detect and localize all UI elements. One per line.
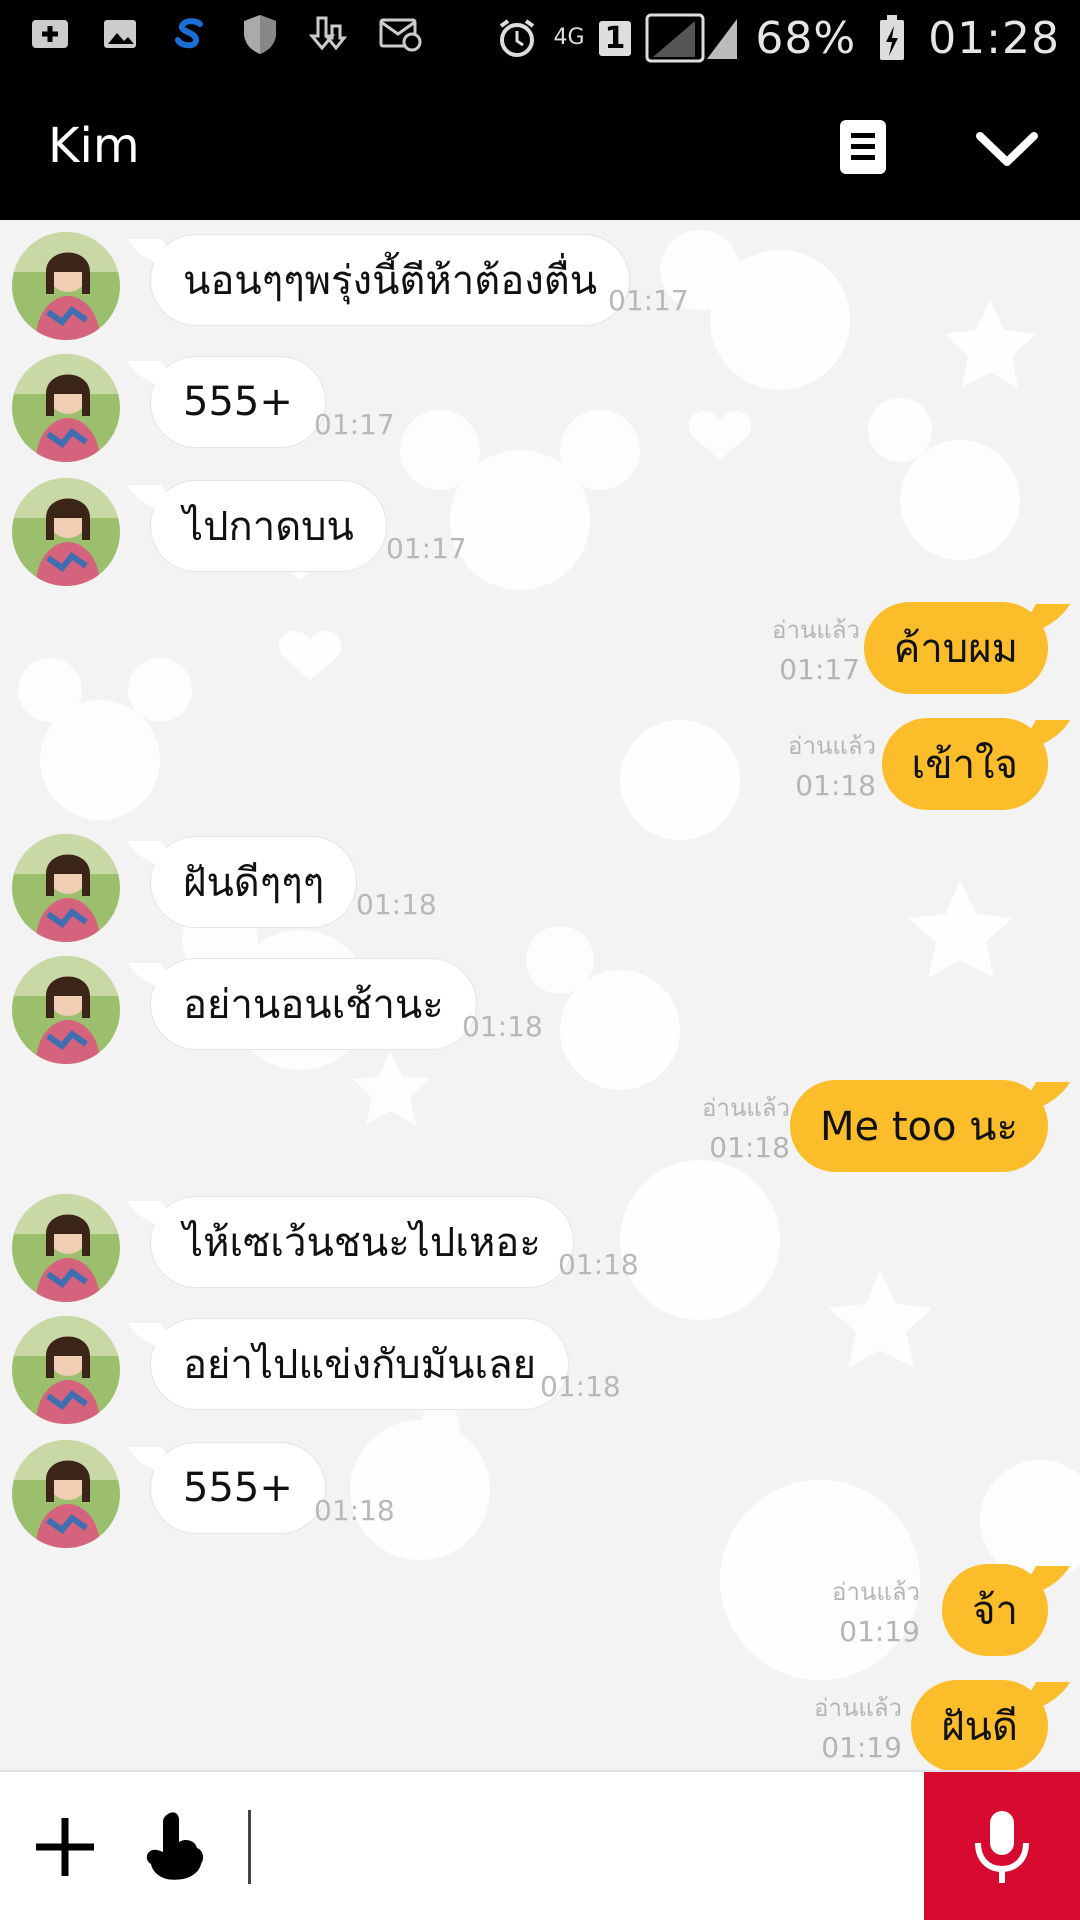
message-time: 01:18 (558, 1248, 639, 1281)
contact-avatar[interactable] (12, 1316, 120, 1424)
message-time: 01:18 (356, 888, 437, 921)
message-time: 01:17 (779, 653, 860, 686)
contact-avatar[interactable] (12, 354, 120, 462)
message-meta: อ่านแล้ว 01:18 (788, 726, 876, 802)
message-bubble-outgoing[interactable]: ฝันดี (911, 1680, 1048, 1770)
shield-icon (238, 12, 282, 56)
message-meta: อ่านแล้ว 01:19 (814, 1688, 902, 1764)
message-bubble-outgoing[interactable]: ค้าบผม (863, 602, 1048, 694)
menu-icon[interactable] (840, 120, 886, 174)
sticker-icon[interactable] (138, 1808, 208, 1884)
status-bar: 4G 1 68% 01:28 (0, 0, 1080, 78)
image-icon (98, 12, 142, 56)
plus-icon[interactable] (32, 1814, 98, 1880)
sim-indicator: 1 (598, 20, 632, 56)
message-bubble-outgoing[interactable]: Me too นะ (789, 1080, 1048, 1172)
message-time: 01:19 (839, 1615, 920, 1648)
message-input[interactable] (258, 1802, 898, 1892)
message-bubble-incoming[interactable]: อย่าไปแข่งกับมันเลย (150, 1318, 570, 1410)
message-bubble-outgoing[interactable]: จ้า (942, 1564, 1048, 1656)
chevron-down-icon[interactable] (972, 118, 1042, 178)
message-bubble-outgoing[interactable]: เข้าใจ (881, 718, 1048, 810)
message-time: 01:18 (314, 1494, 395, 1527)
contact-avatar[interactable] (12, 1440, 120, 1548)
message-bubble-incoming[interactable]: ไห้เซเว้นชนะไปเหอะ (150, 1196, 574, 1288)
download-icon (308, 12, 352, 56)
message-bubble-incoming[interactable]: ไปกาดบน (150, 480, 387, 572)
battery-percent: 68% (755, 12, 857, 64)
contact-avatar[interactable] (12, 1194, 120, 1302)
read-receipt: อ่านแล้ว (702, 1094, 790, 1122)
read-receipt: อ่านแล้ว (832, 1578, 920, 1606)
message-bubble-incoming[interactable]: ฝันดีๆๆๆ (150, 836, 358, 928)
contact-avatar[interactable] (12, 232, 120, 340)
microphone-icon[interactable] (924, 1772, 1080, 1920)
contact-avatar[interactable] (12, 478, 120, 586)
message-time: 01:18 (462, 1010, 543, 1043)
contact-avatar[interactable] (12, 956, 120, 1064)
network-type: 4G (553, 25, 585, 50)
message-time: 01:17 (386, 532, 467, 565)
alarm-icon (495, 16, 539, 60)
skype-icon (168, 12, 212, 56)
message-time: 01:17 (314, 408, 395, 441)
message-meta: อ่านแล้ว 01:18 (702, 1088, 790, 1164)
message-bubble-incoming[interactable]: 555+ (150, 356, 326, 448)
message-time: 01:17 (608, 284, 689, 317)
message-time: 01:18 (795, 769, 876, 802)
email-icon (378, 12, 422, 56)
message-time: 01:19 (821, 1731, 902, 1764)
chat-header: Kim (0, 78, 1080, 220)
contact-name: Kim (48, 118, 140, 174)
contact-avatar[interactable] (12, 834, 120, 942)
message-bubble-incoming[interactable]: อย่านอนเช้านะ (150, 958, 477, 1050)
read-receipt: อ่านแล้ว (814, 1694, 902, 1722)
clock: 01:28 (928, 12, 1060, 64)
signal-icon (645, 13, 741, 63)
read-receipt: อ่านแล้ว (772, 616, 860, 644)
message-bubble-incoming[interactable]: 555+ (150, 1442, 326, 1534)
message-meta: อ่านแล้ว 01:17 (772, 610, 860, 686)
message-time: 01:18 (540, 1370, 621, 1403)
add-box-icon (28, 12, 72, 56)
message-meta: อ่านแล้ว 01:19 (832, 1572, 920, 1648)
message-time: 01:18 (709, 1131, 790, 1164)
message-bubble-incoming[interactable]: นอนๆๆพรุ่งนี้ตีห้าต้องตื่น (150, 234, 631, 326)
text-cursor (248, 1810, 251, 1884)
read-receipt: อ่านแล้ว (788, 732, 876, 760)
battery-charging-icon (870, 15, 914, 60)
chat-area[interactable]: นอนๆๆพรุ่งนี้ตีห้าต้องตื่น 01:17 555+ 01… (0, 220, 1080, 1770)
message-input-bar (0, 1770, 1080, 1920)
